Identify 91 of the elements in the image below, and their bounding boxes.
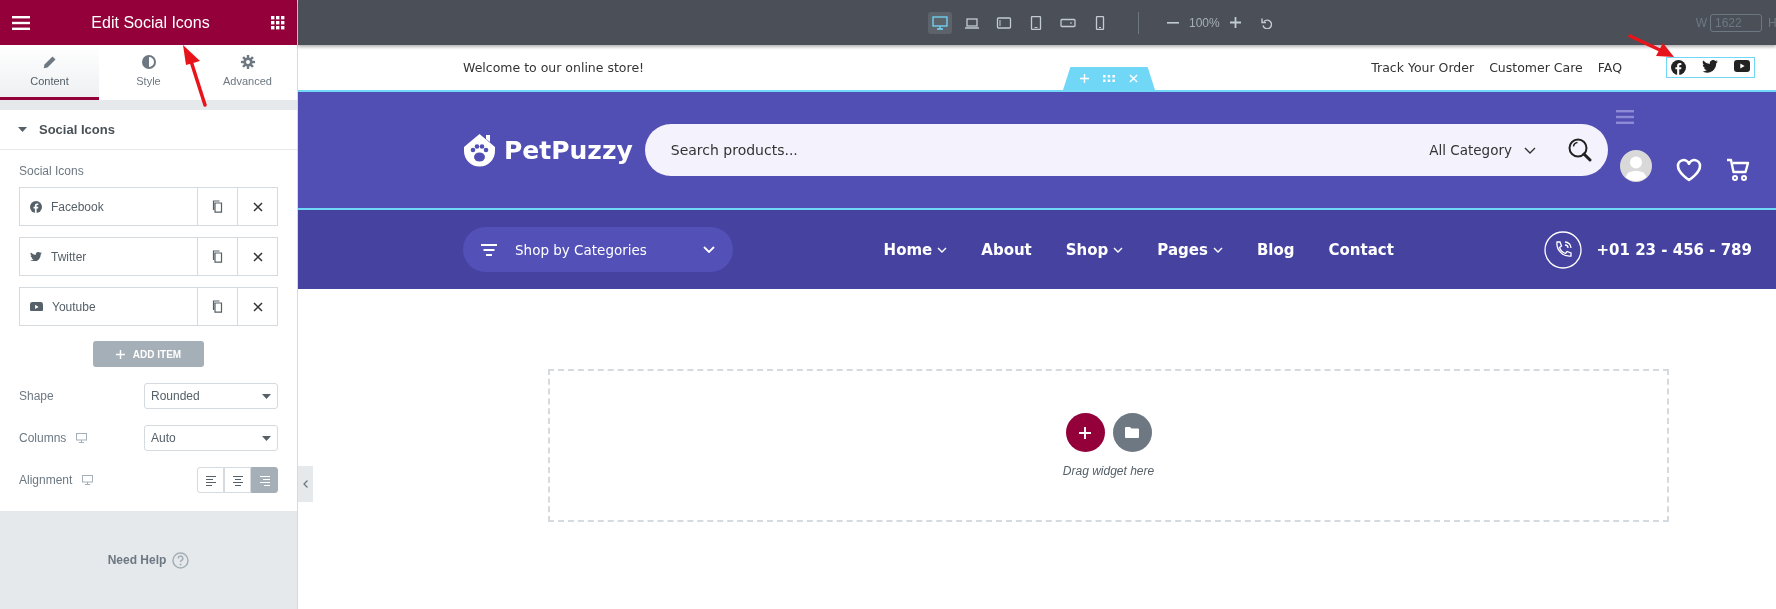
help-link[interactable]: Need Help xyxy=(107,553,167,567)
zoom-out-button[interactable] xyxy=(1167,21,1179,24)
collapse-handle[interactable] xyxy=(298,466,313,502)
item-label: Facebook xyxy=(51,199,104,214)
panel-title: Edit Social Icons xyxy=(91,13,210,32)
phone-icon xyxy=(1544,230,1583,269)
pencil-icon xyxy=(43,55,56,69)
alignment-button[interactable] xyxy=(224,467,251,493)
zoom-level: 100% xyxy=(1189,15,1220,30)
copy-icon[interactable] xyxy=(212,250,223,263)
reset-zoom-button[interactable] xyxy=(1260,16,1272,29)
repeater-item-title[interactable]: Twitter xyxy=(20,238,197,275)
copy-icon[interactable] xyxy=(212,200,223,213)
gear-icon xyxy=(240,55,255,69)
drag-handle[interactable] xyxy=(1103,75,1115,82)
align-left-icon xyxy=(204,473,217,487)
repeater-item-title[interactable]: Youtube xyxy=(20,288,197,325)
align-center-icon xyxy=(231,473,244,487)
item-label: Youtube xyxy=(52,299,96,314)
contrast-icon xyxy=(141,55,156,69)
phone-number: +01 23 - 456 - 789 xyxy=(1596,240,1752,259)
play-icon xyxy=(1734,60,1750,72)
control-label: Shape xyxy=(19,389,54,403)
laptop-icon xyxy=(964,15,980,30)
close-icon[interactable] xyxy=(252,301,263,312)
top-link[interactable]: FAQ xyxy=(1597,60,1622,75)
plus-icon xyxy=(1229,17,1241,28)
menu-item[interactable]: Shop xyxy=(1065,240,1124,259)
menu-item[interactable]: Home xyxy=(883,240,948,259)
folder-icon xyxy=(1125,427,1139,438)
menu-item[interactable]: Contact xyxy=(1328,240,1394,259)
plus-icon xyxy=(1079,426,1091,439)
control-label: Alignment xyxy=(19,473,73,487)
chevron-down-icon xyxy=(1524,146,1536,154)
close-icon[interactable] xyxy=(252,251,263,262)
section-header[interactable]: Social Icons xyxy=(0,110,297,150)
cart-icon[interactable] xyxy=(1726,158,1750,182)
heart-icon[interactable] xyxy=(1676,158,1702,182)
dropdown-caret-icon xyxy=(262,435,271,441)
zoom-in-button[interactable] xyxy=(1229,17,1241,28)
menu-icon[interactable] xyxy=(12,15,30,30)
align-right-icon xyxy=(258,473,271,487)
dropdown-caret-icon xyxy=(262,393,271,399)
plus-icon xyxy=(115,349,125,359)
logo-text: PetPuzzy xyxy=(504,135,633,165)
menu-item[interactable]: Pages xyxy=(1157,240,1223,259)
close-icon[interactable] xyxy=(252,201,263,212)
select-value: Auto xyxy=(151,431,176,445)
annotation-arrow xyxy=(1628,34,1674,58)
repeater-item-title[interactable]: Facebook xyxy=(20,188,197,225)
filter-icon xyxy=(481,243,497,256)
search-icon xyxy=(1568,138,1592,162)
category-dropdown[interactable]: All Category xyxy=(1429,142,1536,158)
play-icon xyxy=(30,301,43,312)
annotation-arrow xyxy=(180,42,210,108)
desktop-icon xyxy=(932,15,948,30)
section-title: Social Icons xyxy=(39,122,115,137)
template-library-button[interactable] xyxy=(1112,413,1152,452)
chevron-down-icon xyxy=(703,246,715,253)
undo-icon xyxy=(1260,16,1272,29)
chevron-left-icon xyxy=(303,480,308,488)
copy-icon[interactable] xyxy=(212,300,223,313)
alignment-button[interactable] xyxy=(197,467,224,493)
select-value: Rounded xyxy=(151,389,200,403)
paw-house-icon xyxy=(463,132,496,168)
bird-icon xyxy=(30,251,42,262)
facebook-icon xyxy=(30,200,42,213)
grid-icon[interactable] xyxy=(271,15,285,30)
menu-item[interactable]: About xyxy=(981,240,1032,259)
top-link[interactable]: Customer Care xyxy=(1489,60,1583,75)
top-link[interactable]: Track Your Order xyxy=(1371,60,1475,75)
item-label: Twitter xyxy=(51,249,87,264)
bird-icon xyxy=(1702,60,1718,74)
menu-item[interactable]: Blog xyxy=(1256,240,1295,259)
avatar-icon[interactable] xyxy=(1620,150,1652,182)
social-icons-widget[interactable] xyxy=(1666,57,1755,78)
control-label: Columns xyxy=(19,431,67,445)
search-field[interactable]: Search products... All Category xyxy=(644,124,1608,176)
select-field[interactable]: Rounded xyxy=(144,383,278,409)
add-section-button[interactable] xyxy=(1065,413,1105,452)
welcome-text: Welcome to our online store! xyxy=(463,60,645,75)
field-label: Social Icons xyxy=(19,164,85,178)
categories-button[interactable]: Shop by Categories xyxy=(463,227,733,272)
minus-icon xyxy=(1167,21,1179,24)
facebook-icon xyxy=(1671,60,1686,75)
device-button[interactable] xyxy=(928,11,952,34)
tablet-icon xyxy=(996,15,1012,30)
tablet-icon xyxy=(1028,15,1044,30)
search-button[interactable] xyxy=(1568,138,1592,162)
select-field[interactable]: Auto xyxy=(144,425,278,451)
drop-hint: Drag widget here xyxy=(1062,464,1155,478)
